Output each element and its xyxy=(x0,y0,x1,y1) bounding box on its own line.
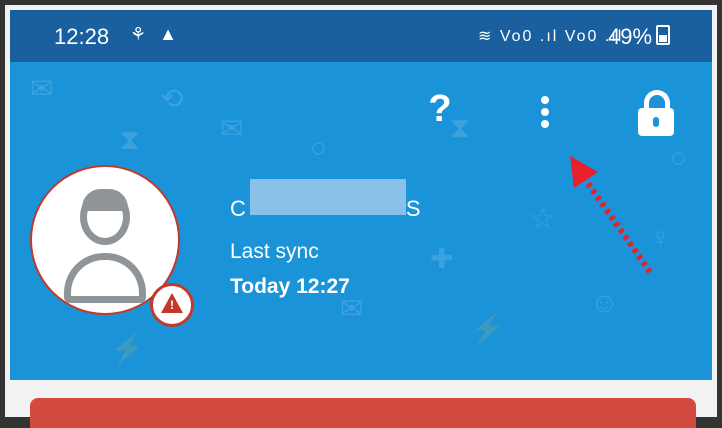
sync-alert-card[interactable] xyxy=(30,398,696,428)
background-doodle-icon: ⚡ xyxy=(470,313,505,344)
name-redaction xyxy=(250,179,406,215)
background-doodle-icon: ⟲ xyxy=(160,83,184,114)
battery-icon xyxy=(656,25,671,45)
lock-keyhole xyxy=(653,117,659,127)
profile-avatar[interactable]: ! xyxy=(30,165,194,327)
background-doodle-icon: ☺ xyxy=(590,287,619,318)
annotation-arrow-line xyxy=(577,170,653,274)
background-doodle-icon: ○ xyxy=(670,142,687,173)
help-button[interactable]: ? xyxy=(424,88,456,132)
wifi-icon: ≋ xyxy=(478,28,494,45)
lock-icon-body xyxy=(638,108,674,136)
annotation-arrow xyxy=(570,156,653,274)
avatar-body xyxy=(64,253,146,303)
background-doodle-icon: ✉ xyxy=(220,113,244,144)
background-doodle-icon: ⚡ xyxy=(110,333,145,364)
profile-header: ✉ ⟲ ✉ ○ ⧗ ⧗ ☆ ♀ ☺ ⚡ ✚ ✉ ⚡ ○ ? ! CS Last … xyxy=(10,62,712,380)
more-vert-icon-dot xyxy=(541,108,549,116)
more-options-button[interactable] xyxy=(532,96,558,136)
user-name-prefix: C xyxy=(230,196,246,221)
warning-badge: ! xyxy=(150,283,194,327)
last-sync-label: Last sync xyxy=(230,240,319,263)
user-name-suffix: S xyxy=(405,196,421,221)
status-bar: 12:28 ⚘ ▲ ≋ Vo0 .ıl Vo0 .ıl 49% xyxy=(10,10,712,62)
background-doodle-icon: ○ xyxy=(310,132,327,163)
network-signal-icon: ≋ Vo0 .ıl Vo0 .ıl xyxy=(478,26,623,46)
status-time: 12:28 xyxy=(54,24,110,49)
background-doodle-icon: ⧗ xyxy=(120,124,140,155)
last-sync-value: Today 12:27 xyxy=(230,275,350,298)
lock-button[interactable] xyxy=(636,90,676,138)
help-icon: ? xyxy=(428,88,452,130)
more-vert-icon-dot xyxy=(541,120,549,128)
avatar-hair xyxy=(82,189,128,211)
battery-status: 49% xyxy=(608,24,671,50)
background-doodle-icon: ✉ xyxy=(30,73,54,104)
annotation-arrow-head xyxy=(570,156,598,188)
warning-exclamation: ! xyxy=(170,298,174,312)
more-vert-icon xyxy=(541,96,549,104)
signal-icon: Vo0 .ıl Vo0 .ıl xyxy=(499,28,624,45)
battery-percent: 49% xyxy=(608,24,653,49)
background-doodle-icon: ✚ xyxy=(430,243,454,274)
notification-icons: ⚘ ▲ xyxy=(130,24,181,44)
